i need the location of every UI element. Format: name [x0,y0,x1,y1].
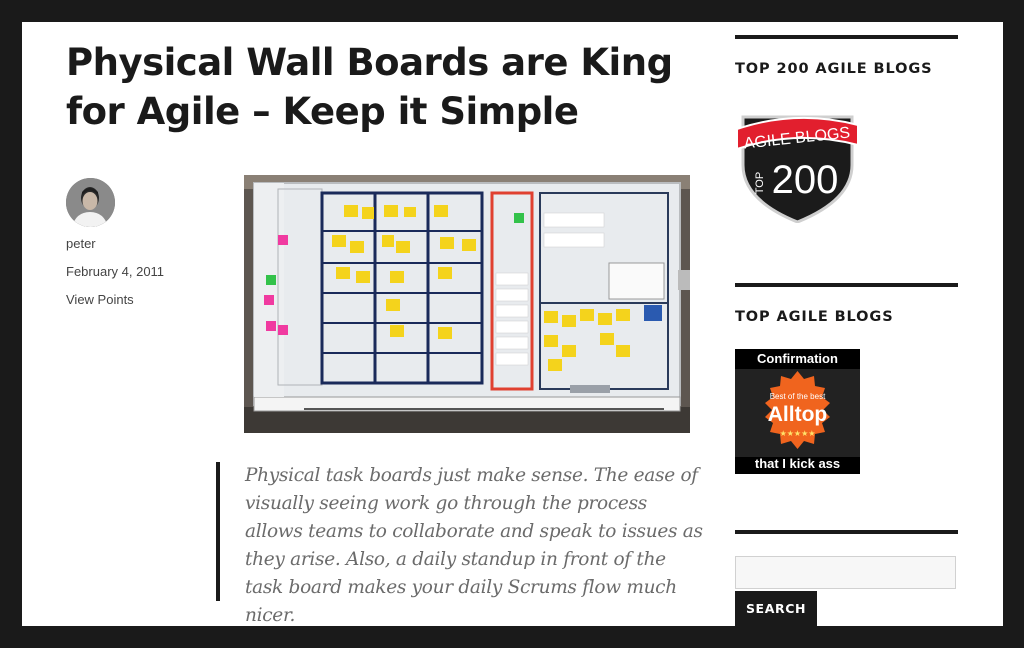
badge-200-text: 200 [772,158,839,202]
post-category[interactable]: View Points [66,292,134,308]
page: Physical Wall Boards are King for Agile … [22,22,1003,626]
widget-divider [735,530,958,534]
widget-divider [735,283,958,287]
alltop-logo-text: Alltop [768,403,827,426]
widget-title-top200: TOP 200 AGILE BLOGS [735,61,933,77]
author-avatar[interactable] [66,178,115,227]
post-title: Physical Wall Boards are King for Agile … [66,41,673,133]
author-name[interactable]: peter [66,236,96,252]
alltop-kickass-text: that I kick ass [754,456,841,471]
post-blockquote: Physical task boards just make sense. Th… [216,462,705,626]
widget-divider [735,35,958,39]
search-input[interactable] [735,556,956,589]
post-date[interactable]: February 4, 2011 [66,264,164,280]
task-board-image [244,175,690,433]
alltop-stars: ★★★★★ [780,429,816,438]
date-link[interactable]: February 4, 2011 [66,264,164,279]
agile-blogs-top200-badge[interactable]: AGILE BLOGS TOP 200 [735,105,860,224]
alltop-badge[interactable]: Confirmation Best of the best Alltop ★★★… [735,349,860,474]
alltop-small-text: Best of the best [770,392,826,401]
category-link[interactable]: View Points [66,292,134,307]
author-link[interactable]: peter [66,236,96,251]
search-button[interactable]: Search [735,591,817,626]
widget-title-top-agile: TOP AGILE BLOGS [735,309,894,325]
badge-top-text: TOP [754,172,766,194]
quote-text: Physical task boards just make sense. Th… [245,465,703,626]
